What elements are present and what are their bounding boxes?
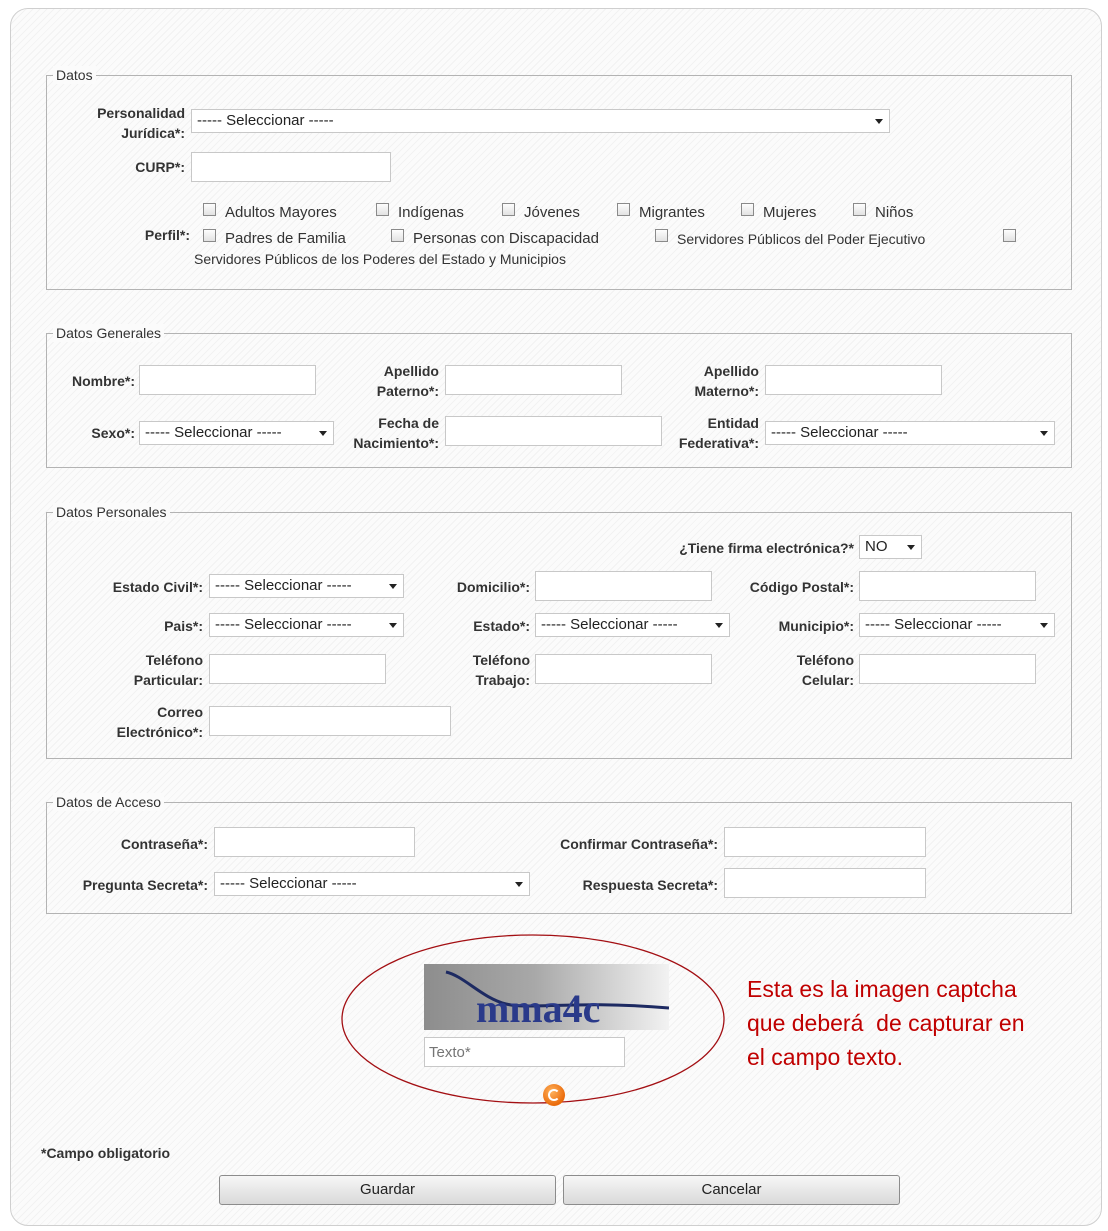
municipio-label: Municipio*: — [778, 618, 854, 634]
cancel-button[interactable]: Cancelar — [563, 1175, 900, 1205]
entidad-federativa-select[interactable]: ----- Seleccionar ----- — [765, 421, 1055, 445]
nombre-input[interactable] — [139, 365, 316, 395]
personalidad-juridica-select[interactable]: ----- Seleccionar ----- — [191, 109, 890, 133]
perfil-option-label: Servidores Públicos del Poder Ejecutivo — [677, 231, 926, 247]
sexo-select[interactable]: ----- Seleccionar ----- — [139, 421, 334, 445]
perfil-option-label: Servidores Públicos de los Poderes del E… — [194, 251, 566, 267]
codigo-postal-label: Código Postal*: — [749, 579, 854, 595]
firma-electronica-select[interactable]: NO — [859, 535, 922, 559]
confirmar-contrasena-label: Confirmar Contraseña*: — [560, 836, 718, 852]
curp-label: CURP*: — [135, 159, 185, 175]
contrasena-input[interactable] — [214, 827, 415, 857]
telefono-celular-input[interactable] — [859, 654, 1036, 684]
checkbox-servidores-poderes-estado[interactable] — [1003, 229, 1016, 242]
nombre-label: Nombre*: — [71, 373, 135, 389]
telefono-trabajo-input[interactable] — [535, 654, 712, 684]
domicilio-input[interactable] — [535, 571, 712, 601]
fecha-nacimiento-label: Fecha de Nacimiento*: — [353, 415, 439, 451]
chevron-down-icon — [1040, 623, 1048, 628]
checkbox-padres-de-familia[interactable] — [203, 229, 216, 242]
confirmar-contrasena-input[interactable] — [724, 827, 926, 857]
estado-select[interactable]: ----- Seleccionar ----- — [535, 613, 730, 637]
perfil-option-label: Indígenas — [398, 204, 464, 221]
codigo-postal-input[interactable] — [859, 571, 1036, 601]
chevron-down-icon — [907, 545, 915, 550]
legend-datos-personales: Datos Personales — [53, 503, 170, 521]
svg-text:mma4c: mma4c — [476, 986, 600, 1030]
checkbox-jovenes[interactable] — [502, 203, 515, 216]
estado-civil-select[interactable]: ----- Seleccionar ----- — [209, 574, 404, 598]
perfil-option-label: Adultos Mayores — [225, 204, 337, 221]
perfil-option-label: Niños — [875, 204, 914, 221]
refresh-icon[interactable] — [543, 1084, 565, 1106]
pais-label: Pais*: — [164, 618, 203, 634]
estado-civil-label: Estado Civil*: — [112, 579, 203, 595]
domicilio-label: Domicilio*: — [456, 579, 530, 595]
chevron-down-icon — [319, 431, 327, 436]
checkbox-adultos-mayores[interactable] — [203, 203, 216, 216]
chevron-down-icon — [875, 119, 883, 124]
captcha-annotation: Esta es la imagen captcha que deberá de … — [747, 976, 1025, 1070]
personalidad-label: Personalidad Jurídica*: — [97, 105, 185, 141]
apellido-materno-label: Apellido Materno*: — [694, 363, 759, 399]
campo-obligatorio-note: *Campo obligatorio — [41, 1145, 171, 1161]
checkbox-ninos[interactable] — [853, 203, 866, 216]
fieldset-datos-generales: Datos Generales — [46, 324, 1072, 468]
entidad-federativa-label: Entidad Federativa*: — [678, 415, 759, 451]
municipio-select[interactable]: ----- Seleccionar ----- — [859, 613, 1055, 637]
chevron-down-icon — [1040, 431, 1048, 436]
estado-label: Estado*: — [473, 618, 530, 634]
correo-electronico-input[interactable] — [209, 706, 451, 736]
sexo-label: Sexo*: — [91, 425, 135, 441]
perfil-option-label: Mujeres — [763, 204, 817, 221]
perfil-option-label: Migrantes — [639, 204, 705, 221]
captcha-image: mma4c — [424, 964, 669, 1030]
checkbox-servidores-poder-ejecutivo[interactable] — [655, 229, 668, 242]
checkbox-migrantes[interactable] — [617, 203, 630, 216]
fecha-nacimiento-input[interactable] — [445, 416, 662, 446]
perfil-label: Perfil*: — [144, 227, 190, 243]
legend-datos: Datos — [53, 66, 96, 84]
legend-datos-generales: Datos Generales — [53, 324, 165, 342]
apellido-paterno-input[interactable] — [445, 365, 622, 395]
chevron-down-icon — [389, 623, 397, 628]
firma-electronica-label: ¿Tiene firma electrónica?* — [679, 540, 854, 556]
apellido-paterno-label: Apellido Paterno*: — [376, 363, 439, 399]
perfil-option-label: Jóvenes — [524, 204, 580, 221]
perfil-option-label: Padres de Familia — [225, 230, 346, 247]
telefono-celular-label: Teléfono Celular: — [796, 652, 854, 688]
chevron-down-icon — [389, 584, 397, 589]
telefono-trabajo-label: Teléfono Trabajo: — [472, 652, 530, 688]
captcha-text-input[interactable] — [424, 1037, 625, 1067]
checkbox-personas-con-discapacidad[interactable] — [391, 229, 404, 242]
apellido-materno-input[interactable] — [765, 365, 942, 395]
pais-select[interactable]: ----- Seleccionar ----- — [209, 613, 404, 637]
legend-datos-acceso: Datos de Acceso — [53, 793, 165, 811]
checkbox-mujeres[interactable] — [741, 203, 754, 216]
pregunta-secreta-label: Pregunta Secreta*: — [82, 877, 208, 893]
telefono-particular-input[interactable] — [209, 654, 386, 684]
respuesta-secreta-label: Respuesta Secreta*: — [582, 877, 718, 893]
perfil-option-label: Personas con Discapacidad — [413, 230, 599, 247]
respuesta-secreta-input[interactable] — [724, 868, 926, 898]
save-button[interactable]: Guardar — [219, 1175, 556, 1205]
curp-input[interactable] — [191, 152, 391, 182]
telefono-particular-label: Teléfono Particular: — [133, 652, 203, 688]
contrasena-label: Contraseña*: — [120, 836, 208, 852]
correo-electronico-label: Correo Electrónico*: — [116, 704, 203, 740]
checkbox-indigenas[interactable] — [376, 203, 389, 216]
pregunta-secreta-select[interactable]: ----- Seleccionar ----- — [214, 872, 530, 896]
